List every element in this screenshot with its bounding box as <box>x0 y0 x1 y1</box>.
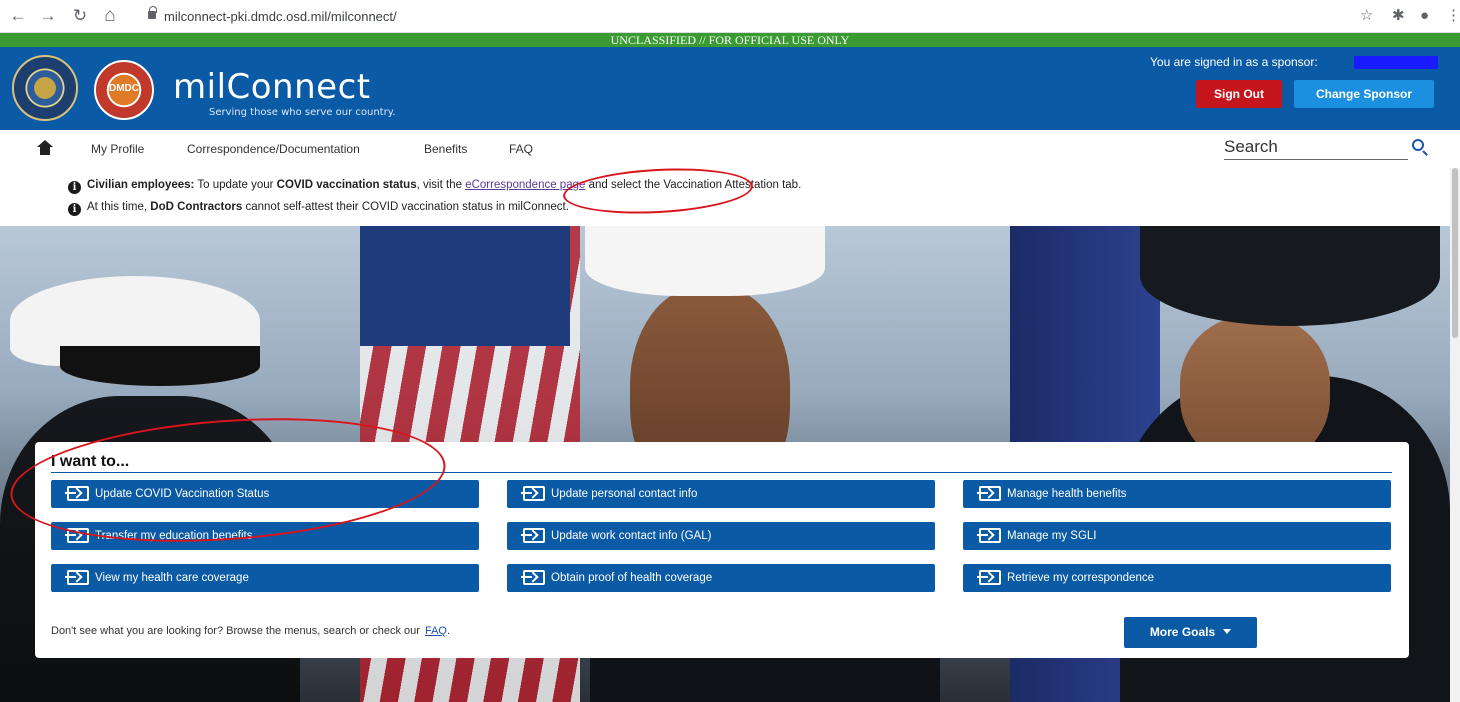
caret-down-icon <box>1223 629 1232 634</box>
panel-title: I want to... <box>51 453 130 470</box>
browser-menu-icon[interactable]: ⋮ <box>1446 6 1460 26</box>
browser-toolbar: ← → ↻ ⌂ milconnect-pki.dmdc.osd.mil/milc… <box>0 0 1460 33</box>
search-icon[interactable] <box>1412 139 1424 151</box>
browser-home-icon[interactable]: ⌂ <box>100 6 120 26</box>
home-icon[interactable] <box>37 140 53 156</box>
ecorrespondence-link[interactable]: eCorrespondence page <box>465 179 585 191</box>
goal-button-manage-sgli[interactable]: Manage my SGLI <box>963 522 1391 550</box>
site-tagline: Serving those who serve our country. <box>209 107 396 118</box>
faq-link[interactable]: FAQ <box>425 625 447 637</box>
search-input[interactable] <box>1224 134 1408 160</box>
page-scrollbar[interactable] <box>1450 168 1460 702</box>
dmdc-seal-label: DMDC <box>109 83 139 94</box>
enter-arrow-icon <box>65 570 89 585</box>
dod-seal-logo[interactable] <box>12 55 78 121</box>
profile-icon[interactable]: ● <box>1420 6 1429 26</box>
site-title[interactable]: milConnect <box>173 67 371 107</box>
site-header: DMDC milConnect Serving those who serve … <box>0 47 1460 130</box>
enter-arrow-icon <box>521 486 545 501</box>
enter-arrow-icon <box>65 486 89 501</box>
notice-civilian: i Civilian employees: To update your COVI… <box>68 179 801 194</box>
goal-button-update-work-contact[interactable]: Update work contact info (GAL) <box>507 522 935 550</box>
notice-contractors: i At this time, DoD Contractors cannot se… <box>68 201 569 216</box>
enter-arrow-icon <box>977 528 1001 543</box>
reload-icon[interactable]: ↻ <box>70 6 90 26</box>
enter-arrow-icon <box>521 528 545 543</box>
goal-button-view-health-coverage[interactable]: View my health care coverage <box>51 564 479 592</box>
nav-item-my-profile[interactable]: My Profile <box>91 142 144 156</box>
signed-in-status: You are signed in as a sponsor: <box>1150 55 1318 69</box>
goal-button-transfer-education[interactable]: Transfer my education benefits <box>51 522 479 550</box>
info-icon: i <box>68 181 81 194</box>
goal-button-retrieve-correspondence[interactable]: Retrieve my correspondence <box>963 564 1391 592</box>
notice-area: i Civilian employees: To update your COVI… <box>0 168 1460 226</box>
goal-button-update-personal-contact[interactable]: Update personal contact info <box>507 480 935 508</box>
panel-footer-text: Don't see what you are looking for? Brow… <box>51 625 451 637</box>
goal-button-update-covid[interactable]: Update COVID Vaccination Status <box>51 480 479 508</box>
main-nav: My Profile Correspondence/Documentation … <box>0 130 1460 168</box>
extensions-icon[interactable]: ✱ <box>1392 6 1405 26</box>
bookmark-star-icon[interactable]: ☆ <box>1360 6 1373 26</box>
panel-divider <box>51 472 1392 473</box>
nav-item-correspondence[interactable]: Correspondence/Documentation <box>187 142 360 156</box>
nav-item-faq[interactable]: FAQ <box>509 142 533 156</box>
forward-arrow-icon[interactable]: → <box>38 6 58 26</box>
back-arrow-icon[interactable]: ← <box>8 6 28 26</box>
enter-arrow-icon <box>977 486 1001 501</box>
enter-arrow-icon <box>65 528 89 543</box>
goal-button-proof-health-coverage[interactable]: Obtain proof of health coverage <box>507 564 935 592</box>
scrollbar-thumb[interactable] <box>1452 168 1458 338</box>
more-goals-button[interactable]: More Goals <box>1124 617 1257 648</box>
address-bar[interactable]: milconnect-pki.dmdc.osd.mil/milconnect/ <box>164 9 397 24</box>
sign-out-button[interactable]: Sign Out <box>1196 80 1282 108</box>
i-want-to-panel: I want to... Update COVID Vaccination St… <box>35 442 1409 658</box>
change-sponsor-button[interactable]: Change Sponsor <box>1294 80 1434 108</box>
nav-item-benefits[interactable]: Benefits <box>424 142 467 156</box>
classification-banner: UNCLASSIFIED // FOR OFFICIAL USE ONLY <box>0 33 1460 47</box>
goal-button-manage-health-benefits[interactable]: Manage health benefits <box>963 480 1391 508</box>
enter-arrow-icon <box>977 570 1001 585</box>
redacted-sponsor-name <box>1354 56 1438 69</box>
enter-arrow-icon <box>521 570 545 585</box>
info-icon: i <box>68 203 81 216</box>
lock-icon[interactable] <box>148 6 157 19</box>
